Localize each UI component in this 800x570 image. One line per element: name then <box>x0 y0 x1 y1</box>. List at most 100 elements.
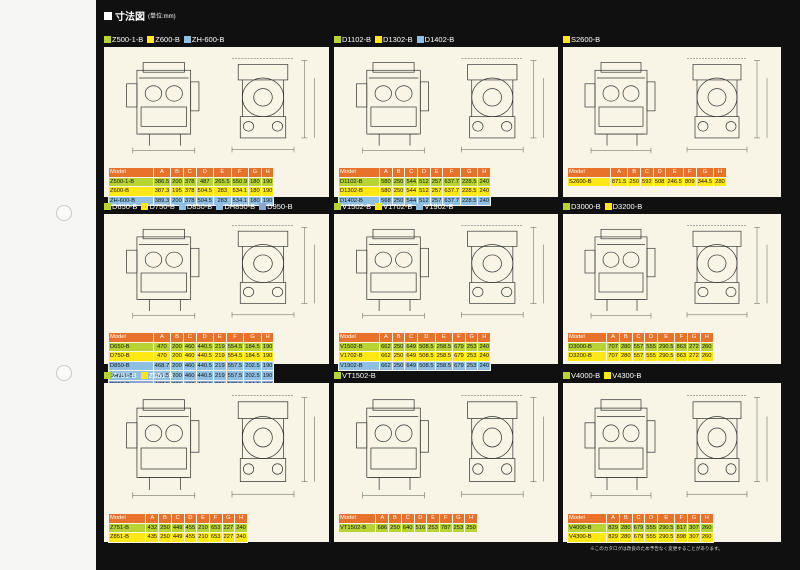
table-header-row: Model A B C D E F G H <box>108 167 275 178</box>
title-square-icon <box>104 11 112 20</box>
table-header-cell: A <box>152 167 172 178</box>
model-tag-label: D1102-B <box>342 35 372 44</box>
binder-hole <box>56 205 72 221</box>
table-header-row: Model A B C D E F G H <box>337 167 492 178</box>
table-header-cell: H <box>699 513 714 524</box>
table-cell: 190 <box>260 176 275 188</box>
table-cell: D650-B <box>108 341 154 353</box>
table-cell: 253 <box>426 522 440 534</box>
table-header-cell: E <box>429 167 444 178</box>
table-row: D650-B 470 200 460 440.5 219 554.5 184.5 190 <box>108 341 275 353</box>
color-swatch-icon <box>183 36 191 43</box>
color-swatch-icon <box>375 36 383 43</box>
table-cell: D750-B <box>108 351 154 362</box>
table-cell: 534.1 <box>230 186 250 197</box>
table-cell: 290.5 <box>656 341 676 353</box>
engine-drawing <box>126 58 315 154</box>
table-header-row: Model A B C D E F G H <box>108 332 275 343</box>
model-tag: D1402-B <box>416 35 454 44</box>
panel-body: Model A B C D E F G H Z751-B 432 250 449 455 210 653 227… <box>104 383 329 543</box>
model-tag-label: D3200-B <box>612 202 643 211</box>
table-header-cell: B <box>158 513 172 524</box>
model-tag-label: D3000-B <box>571 202 601 211</box>
table-cell: 378 <box>182 176 197 188</box>
model-tag: D1102-B <box>334 35 371 44</box>
table-cell: 280 <box>618 532 633 543</box>
model-tag-label: V4300-B <box>612 371 642 380</box>
engine-drawing-area <box>338 385 554 511</box>
table-cell: 440.5 <box>195 341 215 353</box>
model-tag: V4300-B <box>604 371 641 380</box>
table-cell: 190 <box>260 351 275 362</box>
table-cell: 653 <box>208 532 223 543</box>
model-tag: V1702-B <box>375 202 412 211</box>
model-tags: D1102-B D1302-B D1402-B <box>334 34 558 45</box>
table-header-cell: A <box>375 513 390 524</box>
model-tag-label: V1502-B <box>342 202 372 211</box>
table-header-cell: D <box>195 332 215 343</box>
table-cell: 555 <box>644 351 658 362</box>
table-cell: 829 <box>606 522 620 534</box>
table-header-cell: F <box>442 167 461 178</box>
table-header-cell: C <box>400 513 415 524</box>
panel-body: Model A B C D E F G H D3000-B 707 280 557 555 290.5 863… <box>563 214 781 364</box>
table-header-cell: B <box>170 167 184 178</box>
table-header-cell: E <box>426 513 440 524</box>
table-cell: 679 <box>452 351 466 362</box>
table-cell: 487 <box>195 176 215 188</box>
model-tag: Z751-B <box>104 371 137 380</box>
table-cell: 440.5 <box>195 351 215 362</box>
table-cell: 449 <box>170 522 185 534</box>
color-swatch-icon <box>104 36 111 43</box>
table-cell: 250 <box>158 522 172 534</box>
table-cell: 516 <box>413 522 428 534</box>
table-cell: 508.5 <box>417 351 436 362</box>
table-row: S2600-B 871.5 250 592 508 246.5 809 344.5 280 <box>567 176 727 188</box>
table-cell: 508 <box>652 176 667 188</box>
table-row: Z851-B 435 250 449 455 210 653 227 240 <box>107 532 248 543</box>
table-header-cell: G <box>248 167 262 178</box>
table-header-cell: D <box>413 513 428 524</box>
model-tag-label: V1702-B <box>383 202 413 211</box>
table-cell: 544 <box>404 176 419 188</box>
model-tag-label: DH850-B <box>224 202 256 211</box>
table-cell: 240 <box>477 186 492 197</box>
engine-drawing-area <box>108 216 325 330</box>
table-cell: 272 <box>687 351 701 362</box>
engine-drawing-area <box>567 49 777 165</box>
table-header-row: Model A B C D E F G H <box>567 167 727 178</box>
table-header-cell: E <box>434 332 454 343</box>
model-tag: V4000-B <box>563 371 600 380</box>
table-header-cell: E <box>656 513 676 524</box>
table-cell: 809 <box>682 176 697 188</box>
table-cell: 649 <box>404 351 419 362</box>
table-header-cell: F <box>452 332 466 343</box>
table-cell: 470 <box>152 341 172 353</box>
table-row: D3000-B 707 280 557 555 290.5 863 272 260 <box>566 341 714 353</box>
table-header-cell: E <box>656 332 676 343</box>
table-header-cell: Model <box>566 513 608 524</box>
table-cell: 250 <box>391 341 406 353</box>
table-cell: 557 <box>631 351 646 362</box>
table-header-cell: H <box>713 167 727 178</box>
table-cell: 470 <box>152 351 172 362</box>
table-cell: 250 <box>391 351 406 362</box>
table-cell: 228.5 <box>459 176 479 188</box>
color-swatch-icon <box>104 372 111 379</box>
table-header-row: Model A B C D E F G H <box>566 513 714 524</box>
table-cell: 863 <box>674 341 689 353</box>
table-cell: 679 <box>631 532 646 543</box>
model-tag: S2600-B <box>563 35 600 44</box>
table-cell: 280 <box>713 176 727 188</box>
table-cell: 250 <box>627 176 642 188</box>
table-header-cell: G <box>243 332 262 343</box>
color-swatch-icon <box>259 203 267 210</box>
table-cell: 190 <box>260 186 275 197</box>
table-cell: 260 <box>699 522 714 534</box>
color-swatch-icon <box>563 203 570 210</box>
table-cell: 307 <box>687 522 701 534</box>
color-swatch-icon <box>604 203 612 210</box>
table-header-cell: A <box>379 167 393 178</box>
table-cell: 637.7 <box>442 176 461 188</box>
table-header-cell: G <box>687 332 701 343</box>
